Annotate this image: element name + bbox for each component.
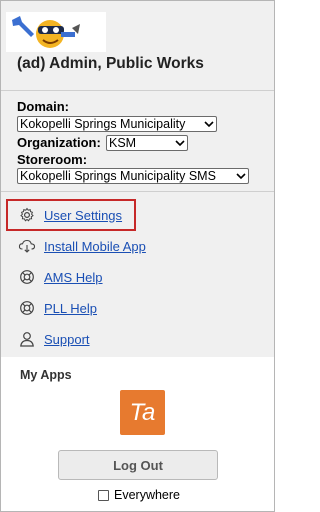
user-display-name: (ad) Admin, Public Works [17, 55, 204, 72]
log-out-label: Log Out [113, 457, 163, 473]
storeroom-select[interactable]: Kokopelli Springs Municipality SMS [17, 168, 249, 184]
my-apps-title: My Apps [20, 368, 72, 382]
user-menu-panel: (ad) Admin, Public Works Domain: Kokopel… [0, 0, 275, 512]
menu-item-ams-help[interactable]: AMS Help [17, 265, 103, 289]
chevron-down-icon [236, 173, 246, 180]
support-link[interactable]: Support [44, 332, 90, 347]
menu-item-pll-help[interactable]: PLL Help [17, 296, 97, 320]
organization-select[interactable]: KSM [106, 135, 188, 151]
user-settings-link[interactable]: User Settings [44, 208, 122, 223]
cloud-download-icon [17, 236, 37, 256]
chevron-down-icon [204, 121, 214, 128]
divider [1, 90, 274, 91]
app-tile-label: Ta [129, 398, 156, 426]
storeroom-select-value: Kokopelli Springs Municipality SMS [20, 169, 216, 183]
storeroom-label: Storeroom: [17, 152, 88, 167]
domain-label: Domain: [17, 99, 69, 114]
domain-select-value: Kokopelli Springs Municipality [20, 117, 186, 131]
divider [1, 191, 274, 192]
menu-item-support[interactable]: Support [17, 327, 90, 351]
public-works-logo [6, 12, 106, 52]
everywhere-label: Everywhere [114, 488, 180, 502]
organization-select-value: KSM [109, 136, 137, 150]
help-lifebuoy-icon [17, 298, 37, 318]
gear-icon [17, 205, 37, 225]
menu-item-install-mobile-app[interactable]: Install Mobile App [17, 234, 146, 258]
app-tile[interactable]: Ta [120, 390, 165, 435]
everywhere-option[interactable]: Everywhere [98, 488, 180, 502]
chevron-down-icon [175, 140, 185, 147]
person-icon [17, 329, 37, 349]
everywhere-checkbox[interactable] [98, 489, 109, 501]
install-mobile-app-link[interactable]: Install Mobile App [44, 239, 146, 254]
ams-help-link[interactable]: AMS Help [44, 270, 103, 285]
pll-help-link[interactable]: PLL Help [44, 301, 97, 316]
organization-label: Organization: [17, 135, 101, 150]
help-lifebuoy-icon [17, 267, 37, 287]
menu-item-user-settings[interactable]: User Settings [17, 203, 122, 227]
log-out-button[interactable]: Log Out [58, 450, 218, 480]
my-apps-section: My Apps Ta Log Out Everywhere [1, 357, 274, 511]
domain-select[interactable]: Kokopelli Springs Municipality [17, 116, 217, 132]
